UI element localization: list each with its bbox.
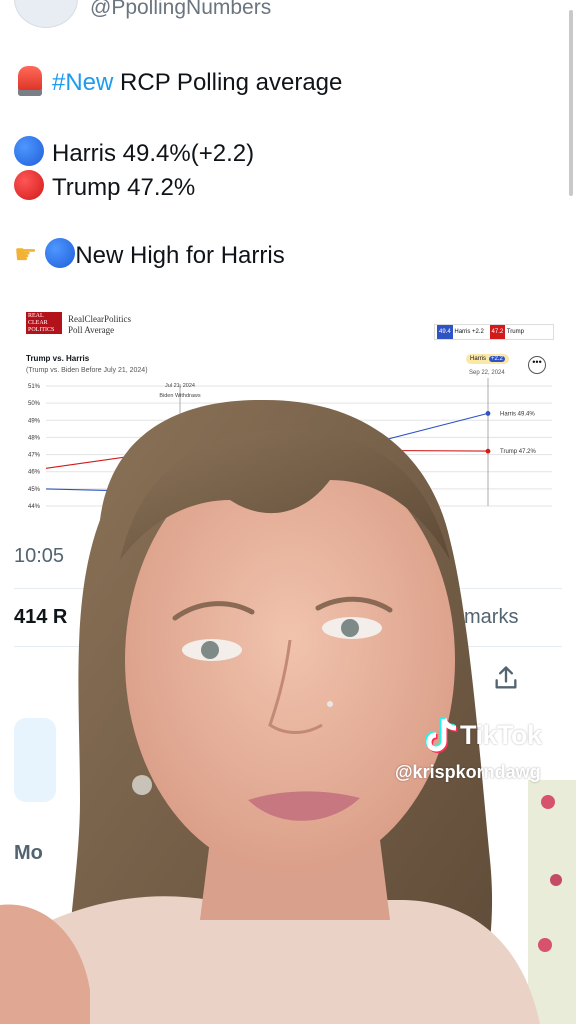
red-circle-icon (14, 170, 44, 200)
flower-2 (550, 874, 562, 886)
blue-circle-icon (14, 136, 44, 166)
new-high-line: ☛ New High for Harris (14, 238, 285, 270)
trump-text: Trump 47.2% (52, 174, 196, 201)
y-tick-label: 48% (28, 435, 41, 441)
nose (268, 639, 323, 734)
reposts-number: 414 R (14, 606, 68, 628)
tiktok-note-icon (424, 716, 458, 754)
tiktok-watermark: TikTok (424, 716, 542, 756)
neck (200, 840, 390, 920)
more-section-label: Mo (14, 842, 43, 864)
y-tick-label: 50% (28, 401, 41, 407)
series-end-point-trump (485, 448, 491, 454)
blue-circle-icon-2 (45, 238, 76, 268)
harris-text: Harris 49.4%(+2.2) (52, 140, 255, 167)
divider-1 (14, 588, 562, 589)
hand (0, 904, 90, 1024)
new-high-text: New High for Harris (75, 242, 285, 269)
right-eye (322, 617, 382, 639)
left-eyebrow (172, 601, 255, 621)
series-line-harris (45, 412, 489, 493)
annotation-text: Biden Withdraws (159, 393, 201, 399)
flower-3 (538, 938, 552, 952)
series-end-label: Trump 47.2% (500, 449, 536, 455)
avatar[interactable] (14, 0, 78, 28)
reply-button[interactable] (14, 718, 56, 802)
tiktok-brand: TikTok (460, 719, 542, 750)
y-tick-label: 46% (28, 470, 41, 476)
share-icon[interactable] (492, 664, 520, 692)
mouth (248, 791, 360, 821)
left-iris (201, 641, 219, 659)
bookmarks-label[interactable]: kmarks (454, 606, 518, 629)
y-tick-label: 45% (28, 487, 41, 493)
y-tick-label: 44% (28, 504, 41, 510)
flower-1 (541, 795, 555, 809)
divider-2 (14, 646, 562, 647)
scrollbar[interactable] (569, 10, 573, 196)
nose-stud (327, 701, 333, 707)
creator-handle: @krispkorndawg (395, 762, 541, 782)
annotation-date: Jul 21, 2024 (165, 383, 195, 389)
siren-icon (18, 66, 42, 96)
y-tick-label: 49% (28, 418, 41, 424)
floral-wallpaper (528, 780, 576, 1024)
left-eye (182, 639, 242, 661)
harris-line: Harris 49.4%(+2.2) (14, 136, 254, 168)
shoulders (0, 896, 540, 1024)
earring (132, 775, 152, 795)
series-line-trump (45, 448, 489, 469)
pointing-hand-icon: ☛ (14, 239, 38, 269)
account-handle[interactable]: @PpollingNumbers (90, 0, 271, 20)
series-end-label: Harris 49.4% (500, 411, 535, 417)
series-end-point-harris (485, 411, 491, 416)
hashtag-link[interactable]: #New (52, 69, 113, 96)
chart-image[interactable]: REAL CLEAR POLITICS RealClearPolitics Po… (20, 306, 558, 521)
reposts-count[interactable]: 414 R (14, 606, 67, 629)
right-iris (341, 619, 359, 637)
y-tick-label: 51% (28, 384, 41, 390)
right-eyebrow (315, 596, 393, 613)
y-tick-label: 47% (28, 453, 41, 459)
line-chart: 51% 50% 49% 48% 47% 46% 45% 44% Jul 21, 2024 Bide… (28, 378, 552, 510)
headline-text: RCP Polling average (113, 69, 343, 96)
post-time: 10:05 (14, 545, 65, 567)
trump-line: Trump 47.2% (14, 170, 195, 202)
headline-line: #New RCP Polling average (14, 66, 342, 97)
